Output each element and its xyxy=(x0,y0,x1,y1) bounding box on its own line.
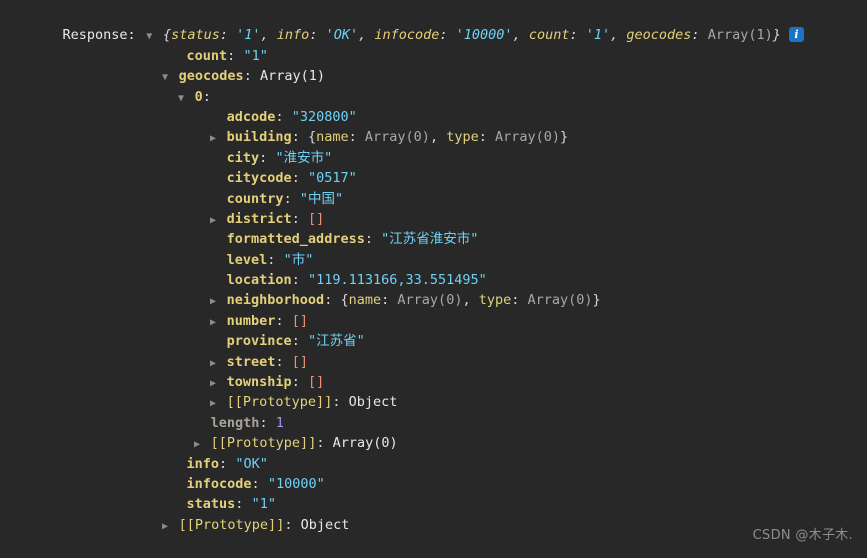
property-key: [[Prototype]] xyxy=(178,516,285,533)
console-row-adcode[interactable]: adcode: "320800" xyxy=(0,87,867,125)
console-row-neighborhood[interactable]: neighborhood: {name: Array(0), type: Arr… xyxy=(0,270,867,308)
property-value: Object xyxy=(300,516,350,533)
console-row-township[interactable]: township: [] xyxy=(0,352,867,390)
console-row-length[interactable]: length: 1 xyxy=(0,392,867,431)
console-row-prototype-array[interactable]: [[Prototype]]: Array(0) xyxy=(0,413,867,451)
console-row-country[interactable]: country: "中国" xyxy=(0,168,867,207)
console-row-count[interactable]: count: "1" xyxy=(0,25,867,64)
console-row-district[interactable]: district: [] xyxy=(0,189,867,227)
console-row-index-0[interactable]: 0: xyxy=(0,66,867,105)
console-row-number[interactable]: number: [] xyxy=(0,290,867,329)
console-response-root-row[interactable]: Response: {status: '1', info: 'OK', info… xyxy=(0,5,867,43)
console-row-building[interactable]: building: {name: Array(0), type: Array(0… xyxy=(0,107,867,145)
console-row-street[interactable]: street: [] xyxy=(0,331,867,370)
console-row-city[interactable]: city: "淮安市" xyxy=(0,127,867,166)
console-row-prototype-object-root[interactable]: [[Prototype]]: Object xyxy=(0,494,867,533)
devtools-console-output: Response: {status: '1', info: 'OK', info… xyxy=(0,0,867,533)
console-row-level[interactable]: level: "市" xyxy=(0,229,867,268)
console-row-formatted-address[interactable]: formatted_address: "江苏省淮安市" xyxy=(0,209,867,247)
console-row-prototype-object-inner[interactable]: [[Prototype]]: Object xyxy=(0,372,867,410)
console-row-info[interactable]: info: "OK" xyxy=(0,433,867,472)
csdn-watermark: CSDN @木子木. xyxy=(752,527,853,543)
console-row-geocodes[interactable]: geocodes: Array(1) xyxy=(0,46,867,84)
console-row-infocode[interactable]: infocode: "10000" xyxy=(0,454,867,492)
console-row-status[interactable]: status: "1" xyxy=(0,474,867,512)
console-row-province[interactable]: province: "江苏省" xyxy=(0,311,867,349)
disclosure-triangle-closed[interactable] xyxy=(160,517,171,537)
console-row-location[interactable]: location: "119.113166,33.551495" xyxy=(0,250,867,288)
console-row-citycode[interactable]: citycode: "0517" xyxy=(0,148,867,186)
